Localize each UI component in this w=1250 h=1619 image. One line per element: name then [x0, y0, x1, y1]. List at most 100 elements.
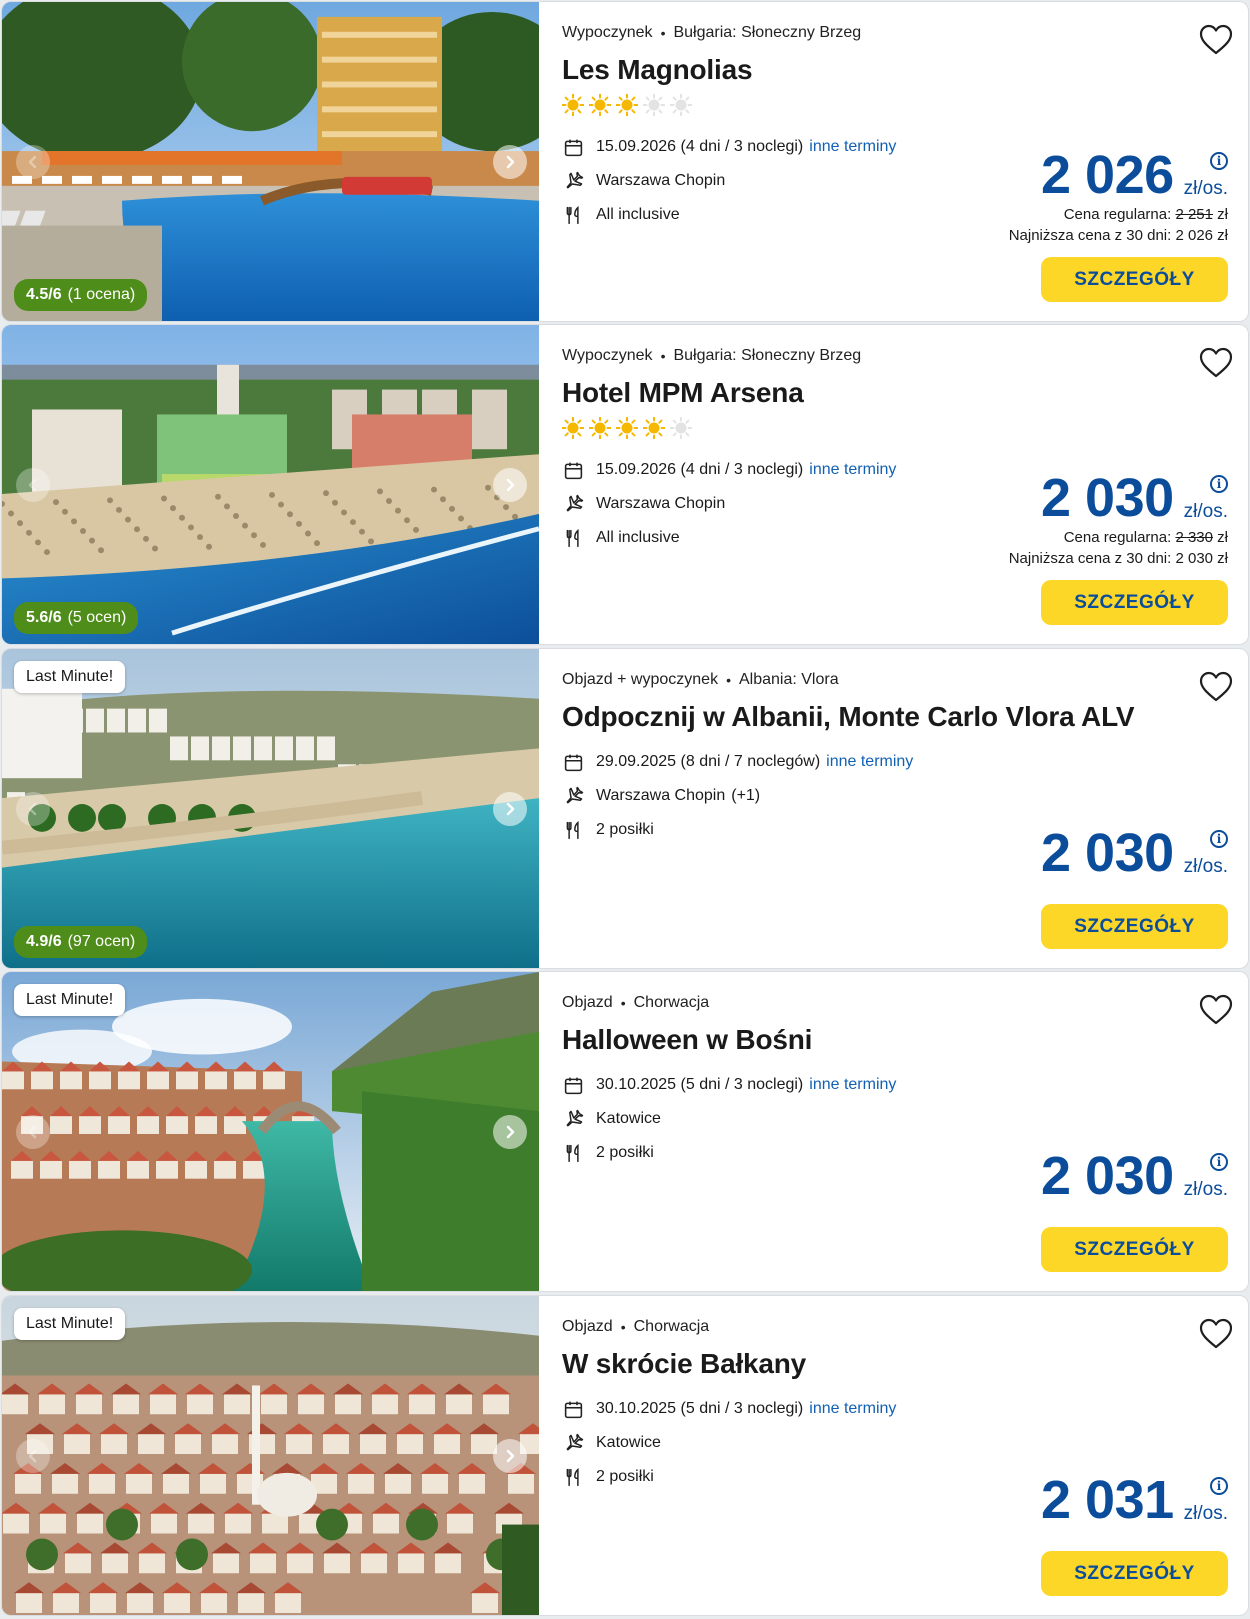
details-button[interactable]: SZCZEGÓŁY	[1041, 1227, 1228, 1272]
price-amount: 2 026	[1041, 145, 1174, 205]
info-icon[interactable]: i	[1210, 152, 1228, 170]
info-icon[interactable]: i	[1210, 830, 1228, 848]
board-type: All inclusive	[596, 529, 680, 546]
date-row: 30.10.2025 (5 dni / 3 noclegi) inne termi…	[562, 1068, 1248, 1102]
trip-date: 15.09.2026 (4 dni / 3 noclegi)	[596, 138, 804, 155]
airport-row: Katowice	[562, 1102, 1248, 1136]
info-icon[interactable]: i	[1210, 475, 1228, 493]
offer-title[interactable]: W skrócie Bałkany	[562, 1346, 1248, 1382]
airport-row: Katowice	[562, 1426, 1248, 1460]
hotel-stars	[561, 93, 1248, 117]
price-box: 2 030 zł/os. i	[908, 1149, 1228, 1203]
chevron-left-icon[interactable]	[16, 1114, 50, 1149]
separator-dot: •	[620, 995, 626, 1011]
price-box: 2 030 zł/os. i	[908, 826, 1228, 880]
info-icon[interactable]: i	[1210, 1153, 1228, 1171]
other-dates-link[interactable]: inne terminy	[826, 753, 913, 771]
plane-icon	[562, 1108, 584, 1130]
plane-icon	[562, 785, 584, 807]
rating-badge: 4.5/6 (1 ocena)	[14, 279, 148, 311]
star-filled-icon	[561, 416, 585, 440]
plane-icon	[562, 493, 584, 515]
price-unit-text: zł/os.	[1183, 856, 1228, 877]
offer-card[interactable]: 5.6/6 (5 ocen) Wypoczynek • Bułgaria: Słonec…	[1, 324, 1249, 645]
rating-score: 5.6/6	[26, 609, 62, 626]
price-line: 2 031 zł/os. i	[908, 1473, 1228, 1527]
airport-row: Warszawa Chopin (+1)	[562, 779, 1248, 813]
star-filled-icon	[588, 93, 612, 117]
other-dates-link[interactable]: inne terminy	[809, 138, 896, 156]
lowest-price-note: Najniższa cena z 30 dni: 2 030 zł	[1008, 550, 1228, 567]
rating-count: (97 ocen)	[67, 933, 136, 950]
price-amount: 2 031	[1041, 1470, 1174, 1530]
offer-photo[interactable]: 5.6/6 (5 ocen)	[2, 325, 539, 644]
offer-card[interactable]: 4.5/6 (1 ocena) Wypoczynek • Bułgaria: Słone…	[1, 1, 1249, 322]
info-icon[interactable]: i	[1210, 1477, 1228, 1495]
price-unit: zł/os. i	[1184, 1477, 1228, 1525]
price-box: 2 031 zł/os. i	[908, 1473, 1228, 1527]
offer-title[interactable]: Hotel MPM Arsena	[562, 375, 1248, 411]
regular-price-value: 2 251	[1175, 206, 1213, 223]
plane-icon	[562, 1432, 584, 1454]
other-dates-link[interactable]: inne terminy	[809, 1400, 896, 1418]
price-line: 2 030 zł/os. i	[908, 1149, 1228, 1203]
chevron-right-icon[interactable]	[493, 467, 527, 502]
other-dates-link[interactable]: inne terminy	[809, 1076, 896, 1094]
heart-icon[interactable]	[1198, 669, 1234, 705]
price-unit-text: zł/os.	[1183, 1179, 1228, 1200]
separator-dot: •	[726, 672, 731, 688]
offer-card[interactable]: Last Minute! 4.9/6 (97 ocen) Objazd + wypoc…	[1, 648, 1249, 969]
offer-title[interactable]: Les Magnolias	[562, 52, 1248, 88]
heart-icon[interactable]	[1198, 22, 1234, 58]
chevron-right-icon[interactable]	[493, 144, 527, 179]
offer-location: Bułgaria: Słoneczny Brzeg	[673, 24, 862, 41]
offer-breadcrumb: Objazd • Chorwacja	[562, 992, 1248, 1014]
offer-breadcrumb: Wypoczynek • Bułgaria: Słoneczny Brzeg	[562, 22, 1248, 44]
star-filled-icon	[642, 416, 666, 440]
heart-icon[interactable]	[1198, 992, 1234, 1028]
star-empty-icon	[642, 93, 666, 117]
regular-price-note: Cena regularna: 2 251 zł	[908, 204, 1228, 225]
regular-price-label: Cena regularna:	[1063, 529, 1176, 546]
offer-photo[interactable]: Last Minute! 4.9/6 (97 ocen)	[2, 649, 539, 968]
airport-extra[interactable]: (+1)	[731, 787, 760, 805]
offer-photo[interactable]: Last Minute!	[2, 1296, 539, 1615]
offer-photo[interactable]: Last Minute!	[2, 972, 539, 1291]
chevron-left-icon[interactable]	[16, 791, 50, 826]
offer-card[interactable]: Last Minute! Objazd • Chorwacja Halloween w …	[1, 971, 1249, 1292]
departure-airport: Katowice	[596, 1434, 661, 1451]
details-button[interactable]: SZCZEGÓŁY	[1041, 1551, 1228, 1596]
board-type: 2 posiłki	[596, 821, 654, 838]
details-button[interactable]: SZCZEGÓŁY	[1041, 257, 1228, 302]
star-filled-icon	[588, 416, 612, 440]
cutlery-icon	[562, 1142, 584, 1164]
chevron-right-icon[interactable]	[493, 1114, 527, 1149]
details-button[interactable]: SZCZEGÓŁY	[1041, 904, 1228, 949]
chevron-left-icon[interactable]	[16, 1438, 50, 1473]
board-type: All inclusive	[596, 206, 680, 223]
price-unit: zł/os. i	[1183, 1153, 1228, 1201]
price-amount: 2 030	[1041, 468, 1174, 528]
offer-title[interactable]: Halloween w Bośni	[562, 1022, 1248, 1058]
offer-card[interactable]: Last Minute! Objazd • Chorwacja W skrócie Ba…	[1, 1295, 1249, 1616]
other-dates-link[interactable]: inne terminy	[809, 461, 896, 479]
price-amount: 2 030	[1041, 823, 1174, 883]
chevron-left-icon[interactable]	[16, 467, 50, 502]
heart-icon[interactable]	[1198, 345, 1234, 381]
chevron-left-icon[interactable]	[16, 144, 50, 179]
heart-icon[interactable]	[1198, 1316, 1234, 1352]
offer-category: Objazd	[562, 1318, 613, 1335]
cutlery-icon	[562, 204, 584, 226]
regular-price-currency: zł	[1213, 206, 1228, 223]
offer-photo[interactable]: 4.5/6 (1 ocena)	[2, 2, 539, 321]
lowest-price-note: Najniższa cena z 30 dni: 2 026 zł	[1008, 227, 1228, 244]
last-minute-badge: Last Minute!	[14, 661, 126, 693]
offer-breadcrumb: Objazd + wypoczynek • Albania: Vlora	[562, 669, 1248, 691]
chevron-right-icon[interactable]	[493, 1438, 527, 1473]
details-button[interactable]: SZCZEGÓŁY	[1041, 580, 1228, 625]
chevron-right-icon[interactable]	[493, 791, 527, 826]
board-type: 2 posiłki	[596, 1468, 654, 1485]
offer-title[interactable]: Odpocznij w Albanii, Monte Carlo Vlora A…	[562, 699, 1248, 735]
calendar-icon	[562, 1074, 584, 1096]
price-unit: zł/os. i	[1183, 830, 1228, 878]
